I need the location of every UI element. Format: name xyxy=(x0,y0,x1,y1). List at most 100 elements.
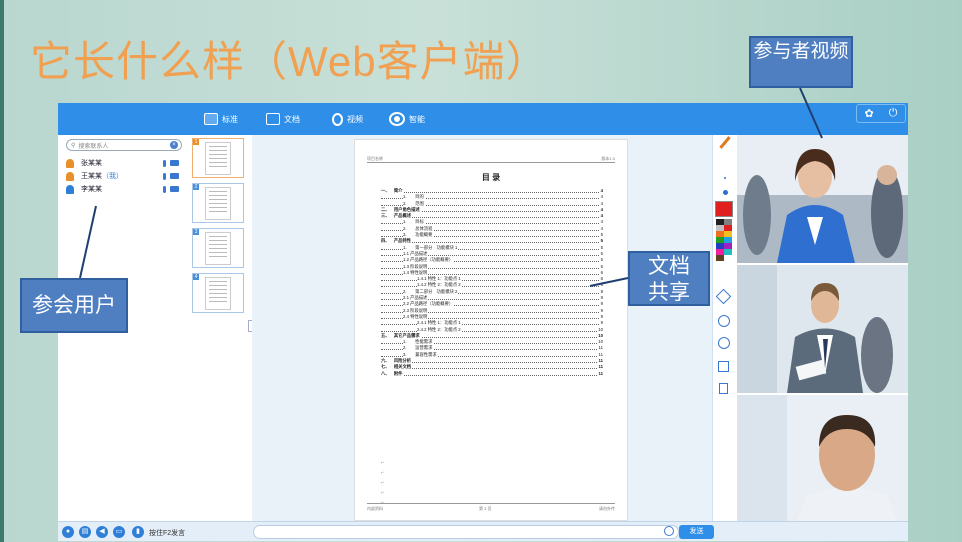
toc-page-number: 6 xyxy=(599,269,603,275)
toc-entry-text: 2. 第二部分 功能模块 2 xyxy=(403,288,459,295)
callout-participant-video: 参与者视频 xyxy=(749,36,853,88)
mic-icon[interactable] xyxy=(163,159,166,167)
video-tile-2[interactable] xyxy=(737,265,908,393)
toc-entry-text: 一、 简介 xyxy=(381,188,404,194)
toc-entry-text: 2. 范围 xyxy=(403,200,425,207)
toc-page-number: 9 xyxy=(599,320,603,326)
toc-leader xyxy=(381,242,603,244)
toc-leader xyxy=(381,374,603,376)
contacts-icon[interactable]: ▤ xyxy=(79,526,91,538)
toc-page-number: 5 xyxy=(599,232,603,238)
search-placeholder: 搜索联系人 xyxy=(78,143,109,150)
document-viewer: 项目名称 版本1.0 目 录 一、 简介 4 1. 目的 4 2. 范围 4 二、 用户角色… xyxy=(252,135,712,521)
page-thumbnail[interactable]: 2 xyxy=(192,183,244,223)
mic-icon[interactable] xyxy=(163,185,166,193)
toc-entry-text: 1. 目标 xyxy=(403,219,425,226)
tab-standard[interactable]: 标准 xyxy=(204,110,238,128)
tab-video[interactable]: 视频 xyxy=(332,110,363,128)
avatar xyxy=(66,158,74,168)
search-input[interactable]: ⚲ 搜索联系人 × xyxy=(66,139,182,151)
fit-screen-icon[interactable] xyxy=(718,361,729,372)
participant-video-frame xyxy=(737,395,908,521)
toc-page-number: 11 xyxy=(597,345,603,351)
speaker-icon[interactable]: ◀ xyxy=(96,526,108,538)
camera-icon[interactable] xyxy=(170,173,179,179)
toc-entry-text: 1.3 阶段说明 xyxy=(403,263,429,270)
toc-page-number: 5 xyxy=(599,257,603,263)
tab-document[interactable]: 文档 xyxy=(266,110,300,128)
participant-video-frame xyxy=(737,135,908,263)
user-name: 李某某 xyxy=(81,186,102,193)
list-item[interactable]: 张某某 xyxy=(66,157,186,169)
video-tile-1[interactable] xyxy=(737,135,908,263)
gear-icon[interactable]: ✿ xyxy=(865,107,874,120)
zoom-out-icon[interactable] xyxy=(718,315,730,327)
toc-entry-text: 1.2 产品路径（功能概要） xyxy=(403,257,455,264)
toc-entry-text: 2. 运营需求 xyxy=(403,345,434,352)
toc-page-number: 5 xyxy=(599,238,603,244)
send-button[interactable]: 发送 xyxy=(679,525,714,539)
current-color-swatch[interactable] xyxy=(715,201,733,217)
thumbnail-preview xyxy=(205,142,231,175)
page-thumbnail[interactable]: 4 xyxy=(192,273,244,313)
clear-search-icon[interactable]: × xyxy=(170,141,178,149)
callout-doc-share: 文档共享 xyxy=(628,251,710,306)
thin-stroke-option[interactable] xyxy=(724,177,726,179)
toc-page-number: 5 xyxy=(599,244,603,250)
eraser-icon[interactable] xyxy=(715,288,732,305)
list-item[interactable]: 李某某 xyxy=(66,183,186,195)
page-thumbnail[interactable]: 3 xyxy=(192,228,244,268)
video-tile-3[interactable] xyxy=(737,395,908,521)
camera-icon[interactable] xyxy=(170,160,179,166)
chat-input[interactable] xyxy=(253,525,679,539)
power-icon[interactable]: ⏻ xyxy=(889,107,898,120)
pen-icon[interactable] xyxy=(719,136,731,149)
toc-page-number: 8 xyxy=(599,288,603,294)
toc-row[interactable]: 八、 附件 11 xyxy=(381,370,603,377)
page-number: 3 xyxy=(193,229,199,235)
page-thumbnails: 1 2 3 4 xyxy=(190,135,255,521)
participant-video-frame xyxy=(737,265,908,393)
top-toolbar: 标准 文档 视频 智能 ✿ ⏻ xyxy=(58,103,908,135)
camera-icon[interactable] xyxy=(170,186,179,192)
list-item[interactable]: 王某某 （我） xyxy=(66,170,186,182)
color-swatch[interactable] xyxy=(716,255,724,261)
toc-leader xyxy=(381,330,603,332)
tab-smart[interactable]: 智能 xyxy=(389,110,425,128)
toc-page-number: 11 xyxy=(597,351,603,357)
toc-page-number: 4 xyxy=(599,225,603,231)
thick-stroke-option[interactable] xyxy=(723,190,728,195)
toc-page-number: 4 xyxy=(599,213,603,219)
toc-page-number: 11 xyxy=(597,370,603,376)
mic-icon[interactable] xyxy=(163,172,166,180)
toc-page-number: 4 xyxy=(599,188,603,193)
toc-entry-text: 1. 第一部分 功能模块 1 xyxy=(403,244,459,251)
color-swatch[interactable] xyxy=(724,255,732,261)
smart-eye-icon xyxy=(389,112,405,126)
thumbnail-preview xyxy=(205,277,231,310)
person-icon[interactable]: ● xyxy=(62,526,74,538)
toc-leader xyxy=(381,324,603,326)
page-thumbnail[interactable]: 1 xyxy=(192,138,244,178)
history-clock-icon[interactable] xyxy=(664,526,674,536)
toc-entry-text: 2. 总体流程 xyxy=(403,225,434,232)
toc-page-number: 10 xyxy=(597,332,603,338)
page-number: 2 xyxy=(193,184,199,190)
toc-entry-text: 2.4.2 特性 2：功能点 2 xyxy=(417,326,462,333)
toc-leader xyxy=(381,368,603,370)
page-number: 1 xyxy=(193,139,199,145)
callout-attendees: 参会用户 xyxy=(20,278,128,333)
toc-entry-text: 3. 兼容性需求 xyxy=(403,351,438,358)
zoom-in-icon[interactable] xyxy=(718,337,730,349)
avatar xyxy=(66,171,74,181)
footer-right: 请勿外传 xyxy=(599,506,615,511)
chat-icon[interactable]: ▭ xyxy=(113,526,125,538)
web-client-window: 标准 文档 视频 智能 ✿ ⏻ ⚲ 搜索联系人 × 张某某 王某某 （我） 李某… xyxy=(58,103,908,541)
window-actions: ✿ ⏻ xyxy=(856,104,906,123)
mic-icon[interactable]: ▮ xyxy=(132,526,144,538)
toc-entry-text: 四、 产品特性 xyxy=(381,238,413,245)
toc-page-number: 9 xyxy=(599,313,603,319)
toc-page-number: 9 xyxy=(599,307,603,313)
doc-info-icon[interactable] xyxy=(719,383,728,394)
user-name: 张某某 xyxy=(81,160,102,167)
